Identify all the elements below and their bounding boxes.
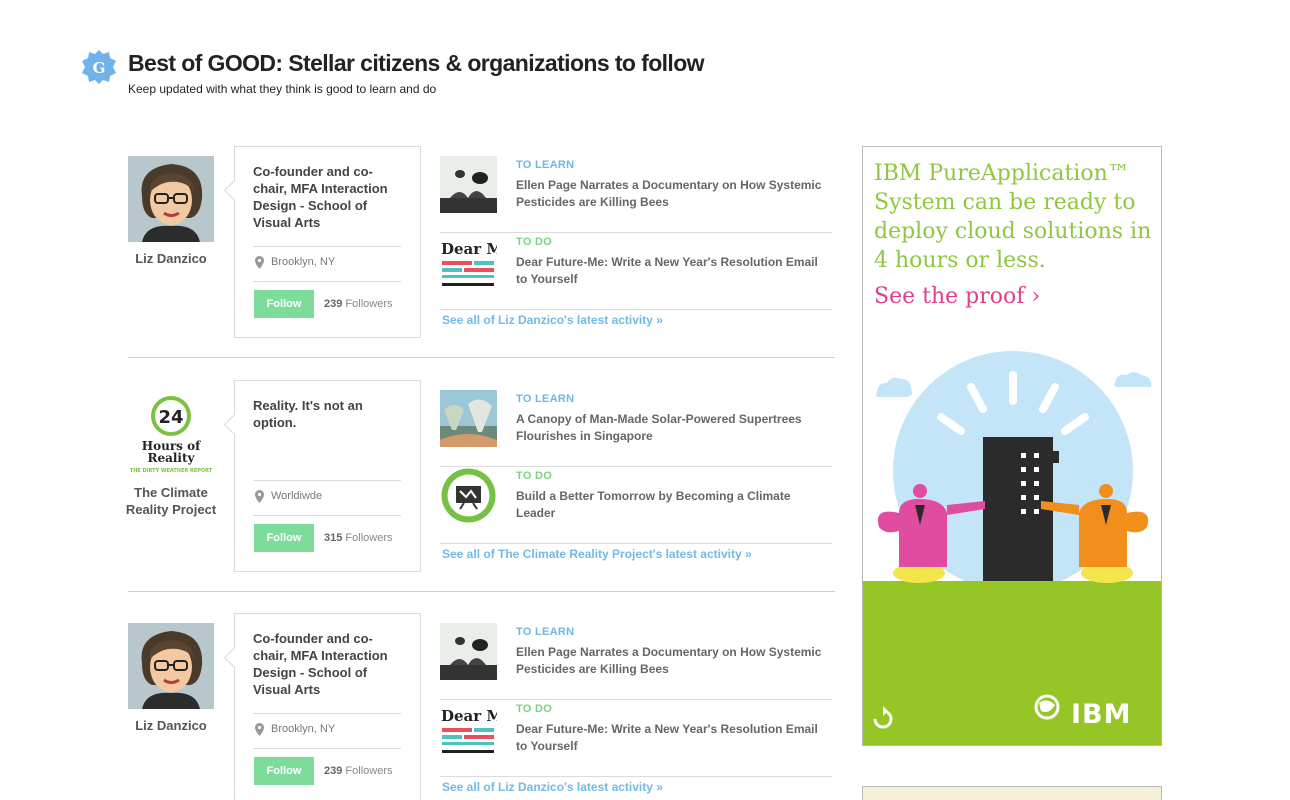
activity-title[interactable]: Dear Future-Me: Write a New Year's Resol… [516, 254, 826, 288]
climate-reality-logo-icon: 24 Hours of Reality THE DIRTY WEATHER RE… [128, 390, 214, 476]
avatar[interactable] [128, 623, 214, 709]
profile-card: Co-founder and co-chair, MFA Interaction… [234, 146, 421, 338]
activity-title[interactable]: Ellen Page Narrates a Documentary on How… [516, 177, 826, 211]
followers-count: 239 Followers [324, 298, 393, 310]
followers-label: Followers [345, 532, 393, 544]
person-name[interactable]: The Climate Reality Project [116, 484, 226, 518]
bio-text: Reality. It's not an option. [253, 398, 363, 430]
followers-count: 239 Followers [324, 765, 393, 777]
activity-item[interactable]: Dear Me TO DO Dear Future-Me: Write a Ne… [440, 700, 832, 777]
activity-label: TO LEARN [516, 626, 575, 638]
location-row: Worldiwde [253, 480, 401, 516]
svg-text:Reality: Reality [147, 451, 195, 465]
svg-text:G: G [93, 59, 106, 77]
activity-title[interactable]: A Canopy of Man-Made Solar-Powered Super… [516, 411, 826, 445]
ibm-logo: IBM [1071, 699, 1132, 730]
location-row: Brooklyn, NY [253, 713, 401, 749]
dear-me-thumbnail: Dear Me [440, 700, 497, 757]
bees-thumbnail [440, 623, 497, 680]
profile-card: Reality. It's not an option. Worldiwde F… [234, 380, 421, 572]
svg-text:Dear Me: Dear Me [441, 707, 497, 725]
activity-title[interactable]: Dear Future-Me: Write a New Year's Resol… [516, 721, 826, 755]
follow-button[interactable]: Follow [254, 524, 314, 552]
activity-label: TO LEARN [516, 159, 575, 171]
ad-headline: IBM PureApplication™ System can be ready… [874, 161, 1152, 273]
activity-label: TO DO [516, 470, 553, 482]
profile-card: Co-founder and co-chair, MFA Interaction… [234, 613, 421, 800]
activity-label: TO DO [516, 236, 553, 248]
citizen-entry: Liz Danzico Co-founder and co-chair, MFA… [128, 146, 835, 358]
activity-item[interactable]: Dear Me TO DO Dear Future-Me: Write a Ne… [440, 233, 832, 310]
activity-label: TO LEARN [516, 393, 575, 405]
svg-text:THE DIRTY WEATHER REPORT: THE DIRTY WEATHER REPORT [130, 468, 213, 474]
location-row: Brooklyn, NY [253, 246, 401, 282]
location-text: Brooklyn, NY [271, 256, 336, 268]
followers-label: Followers [345, 765, 393, 777]
citizen-entry: 24 Hours of Reality THE DIRTY WEATHER RE… [126, 380, 835, 592]
svg-text:Dear Me: Dear Me [441, 240, 497, 258]
dear-me-thumbnail: Dear Me [440, 233, 497, 290]
page-title: Best of GOOD: Stellar citizens & organiz… [128, 50, 705, 76]
supertrees-thumbnail [440, 390, 497, 447]
avatar[interactable] [128, 156, 214, 242]
followers-number: 239 [324, 765, 343, 777]
followers-count: 315 Followers [324, 532, 393, 544]
activity-item[interactable]: TO LEARN A Canopy of Man-Made Solar-Powe… [440, 390, 832, 467]
climate-leader-thumbnail [440, 467, 497, 524]
bees-thumbnail [440, 156, 497, 213]
activity-title[interactable]: Build a Better Tomorrow by Becoming a Cl… [516, 488, 826, 522]
follow-button[interactable]: Follow [254, 757, 314, 785]
location-pin-icon [255, 723, 264, 736]
activity-item[interactable]: TO LEARN Ellen Page Narrates a Documenta… [440, 156, 832, 233]
ibm-ad-banner[interactable]: IBM PureApplication™ System can be ready… [862, 146, 1162, 746]
location-text: Worldiwde [271, 490, 323, 502]
avatar-illustration-icon [128, 623, 214, 709]
activity-title[interactable]: Ellen Page Narrates a Documentary on How… [516, 644, 826, 678]
activity-label: TO DO [516, 703, 553, 715]
location-text: Brooklyn, NY [271, 723, 336, 735]
followers-number: 239 [324, 298, 343, 310]
next-ad-banner[interactable] [862, 786, 1162, 800]
followers-label: Followers [345, 298, 393, 310]
see-all-activity-link[interactable]: See all of Liz Danzico's latest activity… [442, 313, 663, 327]
activity-item[interactable]: TO LEARN Ellen Page Narrates a Documenta… [440, 623, 832, 700]
activity-item[interactable]: TO DO Build a Better Tomorrow by Becomin… [440, 467, 832, 544]
ad-cta-link[interactable]: See the proof › [874, 284, 1040, 309]
location-pin-icon [255, 256, 264, 269]
bio-text: Co-founder and co-chair, MFA Interaction… [253, 164, 388, 230]
avatar[interactable]: 24 Hours of Reality THE DIRTY WEATHER RE… [128, 390, 214, 476]
page-subtitle: Keep updated with what they think is goo… [128, 82, 437, 96]
location-pin-icon [255, 490, 264, 503]
see-all-activity-link[interactable]: See all of Liz Danzico's latest activity… [442, 780, 663, 794]
ad-illustration-icon [863, 351, 1161, 745]
good-badge-icon: G [82, 50, 116, 84]
follow-button[interactable]: Follow [254, 290, 314, 318]
followers-number: 315 [324, 532, 343, 544]
bio-text: Co-founder and co-chair, MFA Interaction… [253, 631, 388, 697]
citizen-entry: Liz Danzico Co-founder and co-chair, MFA… [128, 613, 835, 800]
person-name[interactable]: Liz Danzico [116, 250, 226, 267]
see-all-activity-link[interactable]: See all of The Climate Reality Project's… [442, 547, 752, 561]
svg-text:24: 24 [158, 407, 183, 428]
person-name[interactable]: Liz Danzico [116, 717, 226, 734]
avatar-illustration-icon [128, 156, 214, 242]
